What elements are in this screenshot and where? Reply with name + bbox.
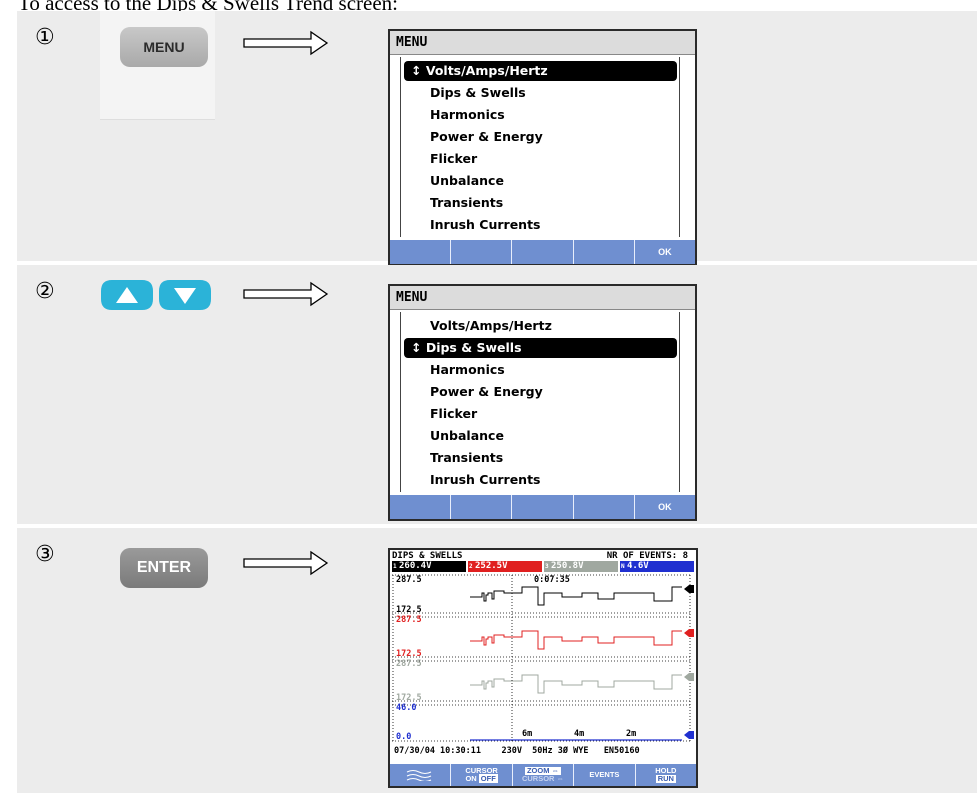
trend-plot[interactable]: 287.5 172.5 287.5 172.5 287.5 172.5 46.0… <box>392 573 694 746</box>
step-number: ① <box>35 25 55 50</box>
arrow-down-icon[interactable] <box>158 279 212 311</box>
right-arrow-icon <box>243 550 329 576</box>
dips-swells-trend-screen: DIPS & SWELLS NR OF EVENTS: 8 1 260.4V 2… <box>388 548 698 788</box>
phase-label: 3 <box>545 563 549 570</box>
y-label-ch2-top: 287.5 <box>396 615 422 625</box>
reading-phase-2: 2 252.5V <box>468 561 542 572</box>
phase-value: 4.6V <box>627 561 649 571</box>
step-1-row: ① MENU MENU ↕ Volts/Amps/Hertz Dips & Sw… <box>17 11 977 266</box>
menu-key-button[interactable]: MENU <box>120 27 208 67</box>
softkey-hold-run[interactable]: HOLD RUN <box>636 764 696 786</box>
softkey-label: EVENTS <box>589 770 620 779</box>
softkey-f2[interactable] <box>451 240 513 264</box>
menu-item[interactable]: Transients <box>404 193 677 213</box>
menu-item[interactable]: Harmonics <box>404 105 677 125</box>
menu-list: ↕ Volts/Amps/Hertz Dips & Swells Harmoni… <box>400 57 680 237</box>
menu-item[interactable]: Dips & Swells <box>404 83 677 103</box>
step-2-row: ② MENU Volts/Amps/Hertz ↕ Dips & Swells … <box>17 265 977 524</box>
menu-item[interactable]: Unbalance <box>404 426 677 446</box>
menu-item[interactable]: Harmonics <box>404 360 677 380</box>
phase-value: 250.8V <box>551 561 584 571</box>
menu-screen: MENU Volts/Amps/Hertz ↕ Dips & Swells Ha… <box>388 284 697 521</box>
y-label-ch2-bottom: 172.5 <box>396 649 422 659</box>
softkey-cursor[interactable]: CURSOR ON OFF <box>451 764 513 786</box>
toggle-on: ON <box>465 774 477 783</box>
reading-phase-1: 1 260.4V <box>392 561 466 572</box>
softkey-sublabel: CURSOR ⇔ <box>521 774 565 783</box>
phase-label: 2 <box>469 563 473 570</box>
menu-title: MENU <box>390 286 695 310</box>
softkey-ok[interactable]: OK <box>635 495 695 519</box>
time-tick: 4m <box>574 729 585 739</box>
arrow-up-icon[interactable] <box>100 279 154 311</box>
phase-value: 252.5V <box>475 561 508 571</box>
waveform-icon <box>406 770 432 781</box>
menu-item[interactable]: Power & Energy <box>404 127 677 147</box>
menu-item[interactable]: Volts/Amps/Hertz <box>404 316 677 336</box>
menu-item[interactable]: ↕ Dips & Swells <box>404 338 677 358</box>
y-label-ch3-top: 287.5 <box>396 659 422 669</box>
scope-header: DIPS & SWELLS NR OF EVENTS: 8 <box>392 551 694 561</box>
y-label-ch3-bottom: 172.5 <box>396 693 422 703</box>
phase-label: 1 <box>393 563 397 570</box>
softkey-bar: OK <box>390 240 695 264</box>
trend-traces <box>392 574 694 742</box>
softkey-zoom[interactable]: ZOOM ⇔ CURSOR ⇔ <box>513 764 575 786</box>
menu-item[interactable]: Unbalance <box>404 171 677 191</box>
menu-item[interactable]: ↕ Volts/Amps/Hertz <box>404 61 677 81</box>
softkey-bar: OK <box>390 495 695 519</box>
cursor-time: 0:07:35 <box>534 575 570 585</box>
softkey-toggle: ON OFF <box>465 774 498 783</box>
y-label-n-bottom: 0.0 <box>396 732 412 742</box>
softkey-waveform[interactable] <box>390 764 452 786</box>
softkey-f1[interactable] <box>390 240 452 264</box>
menu-item[interactable]: Power & Energy <box>404 382 677 402</box>
reading-neutral: N 4.6V <box>620 561 694 572</box>
toggle-off: OFF <box>478 774 498 783</box>
softkey-f2[interactable] <box>451 495 513 519</box>
step-3-row: ③ ENTER DIPS & SWELLS NR OF EVENTS: 8 1 … <box>17 528 977 793</box>
menu-item[interactable]: Inrush Currents <box>404 215 677 235</box>
phase-label: N <box>621 563 625 570</box>
y-label-ch1-bottom: 172.5 <box>396 605 422 615</box>
menu-screen: MENU ↕ Volts/Amps/Hertz Dips & Swells Ha… <box>388 29 697 266</box>
menu-item[interactable]: Transients <box>404 448 677 468</box>
softkey-f3[interactable] <box>512 240 574 264</box>
softkey-events[interactable]: EVENTS <box>574 764 636 786</box>
y-label-n-top: 46.0 <box>396 703 417 713</box>
right-arrow-icon <box>243 281 329 307</box>
reading-phase-3: 3 250.8V <box>544 561 618 572</box>
menu-item[interactable]: Flicker <box>404 149 677 169</box>
phase-readings: 1 260.4V 2 252.5V 3 250.8V N 4.6V <box>392 561 694 572</box>
step-number: ③ <box>35 542 55 567</box>
menu-title: MENU <box>390 31 695 55</box>
menu-item[interactable]: Inrush Currents <box>404 470 677 490</box>
status-line: 07/30/04 10:30:11 230V 50Hz 3Ø WYE EN501… <box>394 746 640 756</box>
softkey-f4[interactable] <box>574 495 635 519</box>
enter-key-button[interactable]: ENTER <box>120 548 208 588</box>
scope-softkey-bar: CURSOR ON OFF ZOOM ⇔ CURSOR ⇔ EVENTS HOL… <box>390 764 696 786</box>
menu-item[interactable]: Flicker <box>404 404 677 424</box>
softkey-sublabel: RUN <box>655 774 676 783</box>
time-tick: 2m <box>626 729 637 739</box>
y-label-ch1-top: 287.5 <box>396 575 422 585</box>
softkey-f3[interactable] <box>512 495 574 519</box>
phase-value: 260.4V <box>399 561 432 571</box>
time-tick: 6m <box>522 729 533 739</box>
softkey-f4[interactable] <box>574 240 635 264</box>
menu-list: Volts/Amps/Hertz ↕ Dips & Swells Harmoni… <box>400 312 680 492</box>
scope-title: DIPS & SWELLS <box>392 551 463 561</box>
softkey-ok[interactable]: OK <box>635 240 695 264</box>
events-count: NR OF EVENTS: 8 <box>606 551 688 561</box>
softkey-f1[interactable] <box>390 495 452 519</box>
step-number: ② <box>35 279 55 304</box>
right-arrow-icon <box>243 30 329 56</box>
